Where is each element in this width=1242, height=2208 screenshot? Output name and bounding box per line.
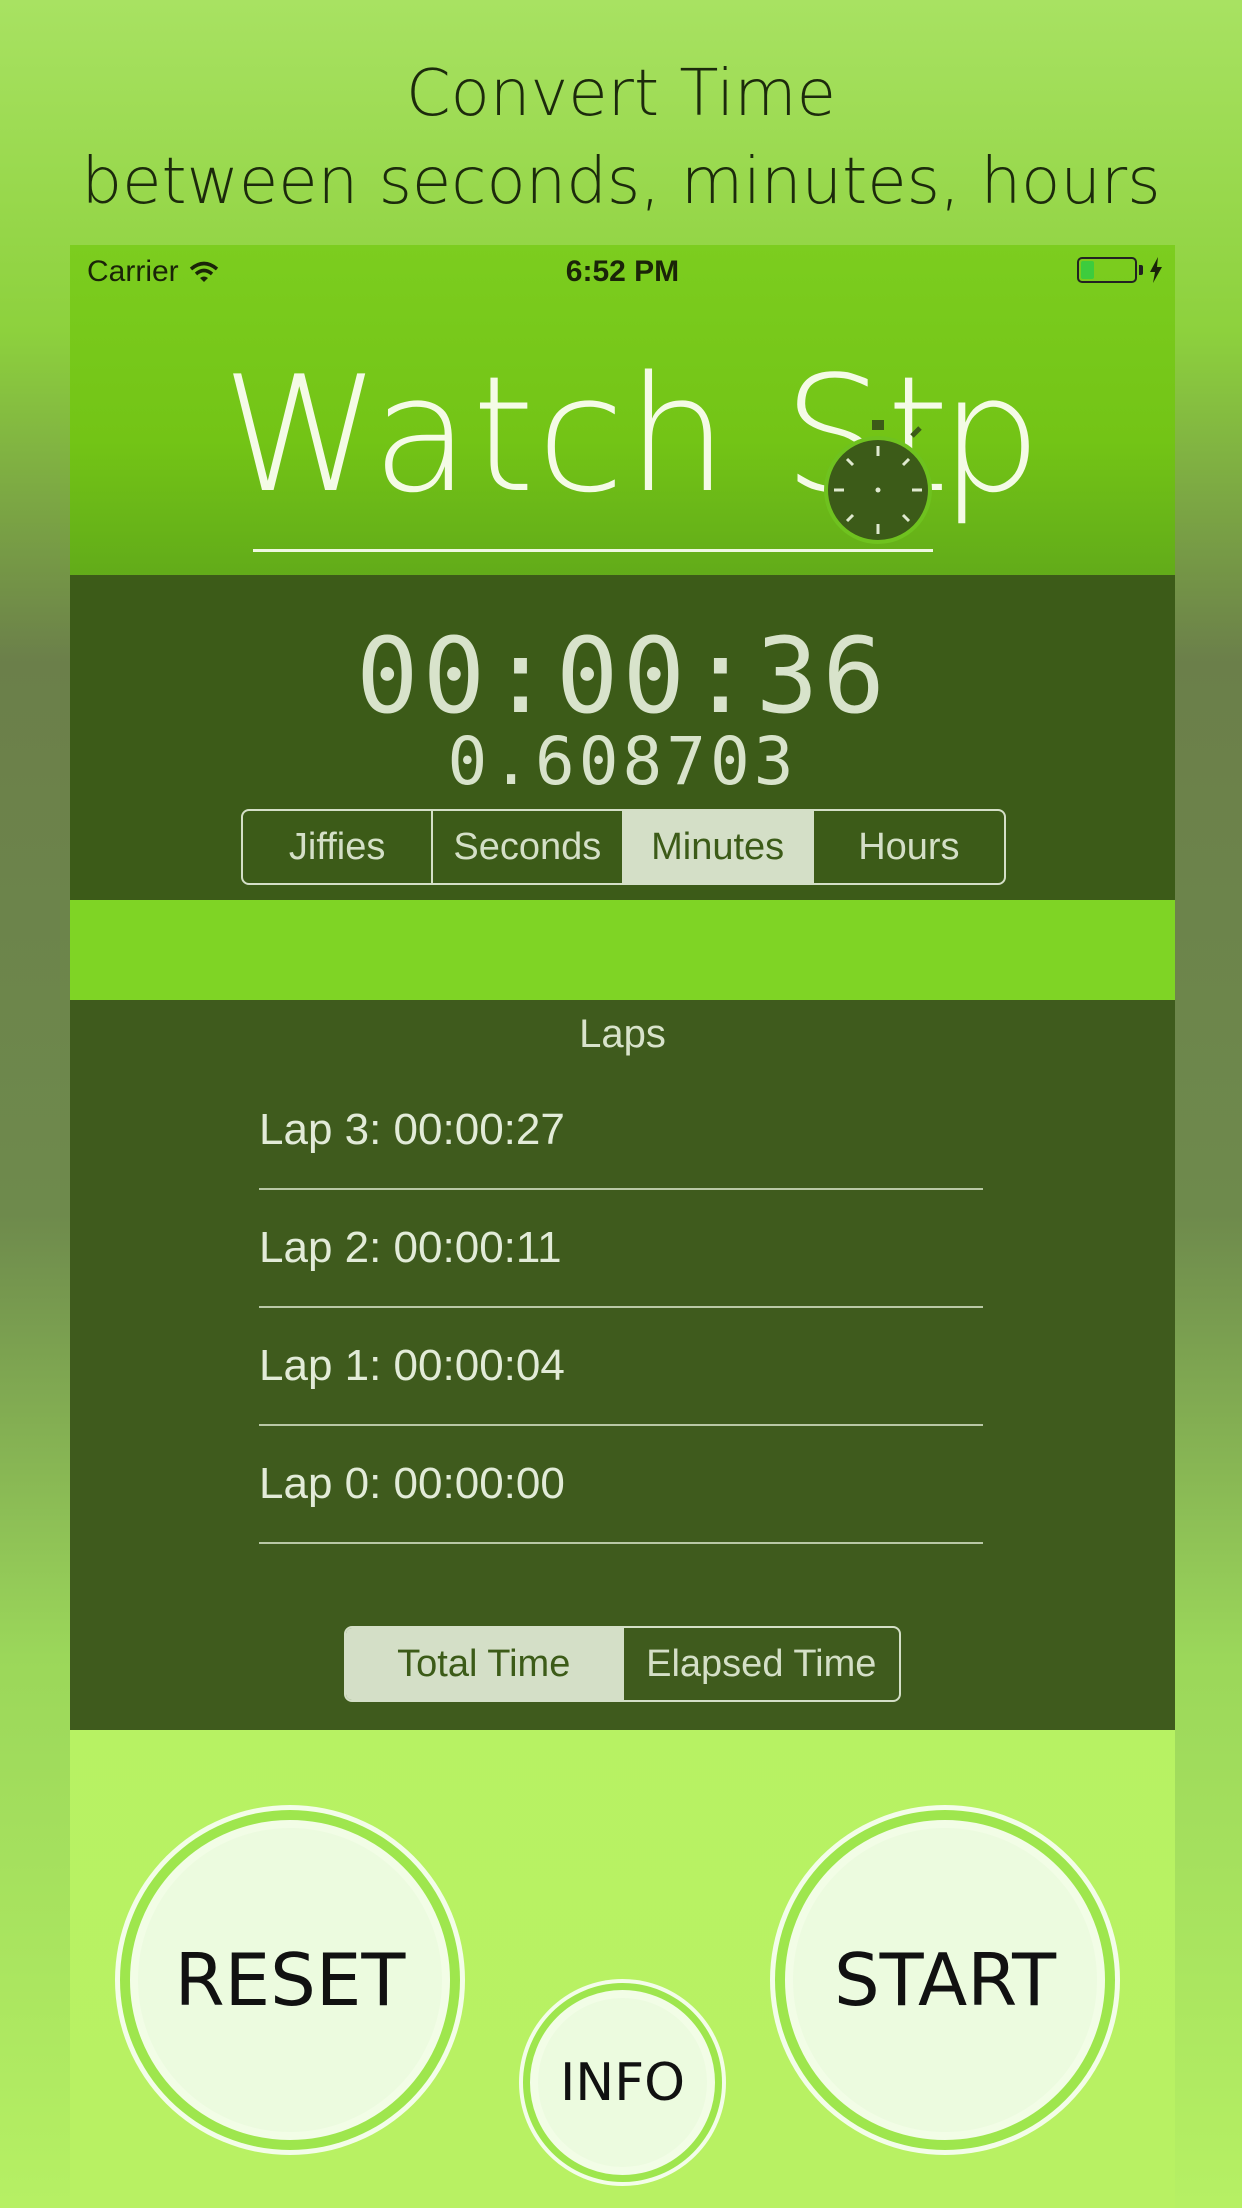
lap-label: Lap 2: 00:00:11 [259,1223,562,1272]
status-bar: Carrier 6:52 PM [70,245,1175,301]
lap-label: Lap 0: 00:00:00 [259,1459,565,1508]
lap-row[interactable]: Lap 2: 00:00:11 [259,1190,983,1308]
lap-mode-segmented-control: Total Time Elapsed Time [344,1626,901,1702]
elapsed-time-option[interactable]: Elapsed Time [624,1628,900,1700]
status-time: 6:52 PM [565,255,680,288]
laps-title: Laps [579,1012,666,1056]
total-time-option[interactable]: Total Time [346,1628,624,1700]
divider-band [70,900,1175,1000]
promo-headline: Convert Time between seconds, minutes, h… [0,50,1242,226]
lap-row[interactable]: Lap 1: 00:00:04 [259,1308,983,1426]
battery-icon [1077,257,1137,283]
promo-line-1: Convert Time [405,57,837,131]
charging-bolt-icon [1150,257,1162,283]
stopwatch-icon [824,420,932,544]
battery-group [1077,257,1163,283]
timer-display: 00:00:36 [356,615,889,737]
unit-seconds-option[interactable]: Seconds [433,811,624,883]
app-logo: Watch St p [70,320,1175,552]
lap-label: Lap 1: 00:00:04 [259,1341,565,1390]
unit-segmented-control: Jiffies Seconds Minutes Hours [241,809,1006,885]
start-button[interactable]: START [785,1820,1105,2140]
unit-jiffies-option[interactable]: Jiffies [243,811,434,883]
info-button[interactable]: INFO [530,1990,715,2175]
logo-tail: p [940,341,1042,528]
app-screen: Carrier 6:52 PM Watch St p 00:00:36 0.60… [70,245,1175,2208]
laps-panel: Laps Lap 3: 00:00:27 Lap 2: 00:00:11 Lap… [70,1000,1175,1730]
timer-panel: 00:00:36 0.608703 Jiffies Seconds Minute… [70,575,1175,900]
lap-row[interactable]: Lap 0: 00:00:00 [259,1426,983,1544]
unit-minutes-option[interactable]: Minutes [623,811,814,883]
reset-button[interactable]: RESET [130,1820,450,2140]
lap-label: Lap 3: 00:00:27 [259,1105,565,1154]
lap-row[interactable]: Lap 3: 00:00:27 [259,1072,983,1190]
unit-hours-option[interactable]: Hours [814,811,1004,883]
converted-value: 0.608703 [447,723,798,800]
promo-line-2: between seconds, minutes, hours [81,145,1161,219]
logo-underline [253,549,933,552]
